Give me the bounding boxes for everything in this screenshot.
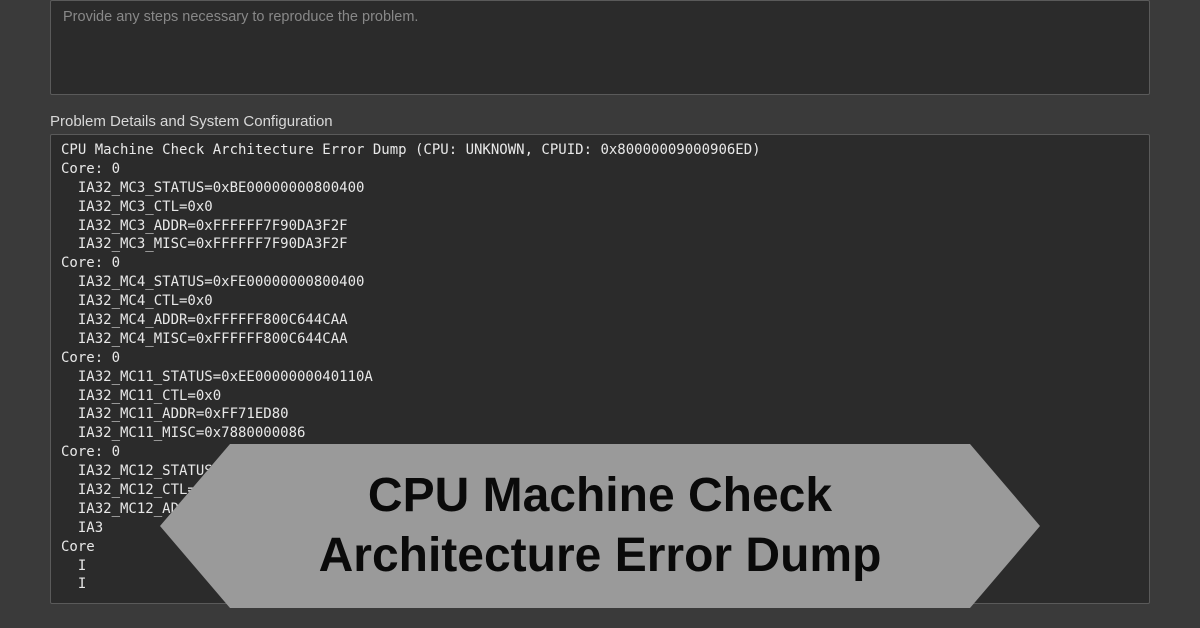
steps-textarea[interactable]: Provide any steps necessary to reproduce… (50, 0, 1150, 95)
steps-placeholder: Provide any steps necessary to reproduce… (63, 9, 1137, 25)
title-banner: CPU Machine Check Architecture Error Dum… (160, 444, 1040, 608)
problem-details-label: Problem Details and System Configuration (50, 113, 1150, 130)
banner-title: CPU Machine Check Architecture Error Dum… (240, 466, 960, 586)
